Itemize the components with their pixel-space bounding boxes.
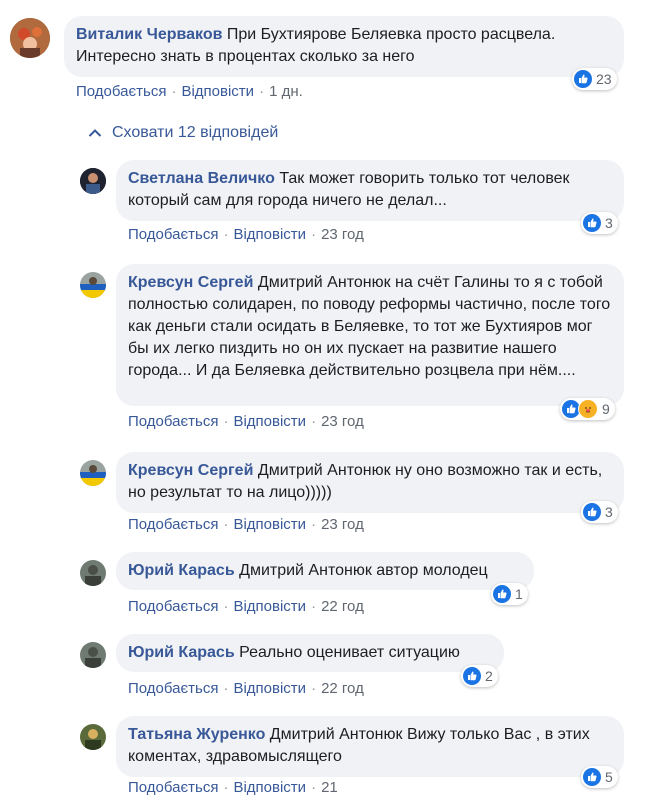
reaction-number: 5 [605,769,613,785]
reply-actions: Подобається · Відповісти · 23 год [128,226,364,243]
reply-bubble: Татьяна Журенко Дмитрий Антонюк Вижу тол… [116,716,624,777]
reaction-count[interactable]: 3 [581,212,618,234]
like-link[interactable]: Подобається [128,413,218,430]
avatar[interactable] [80,168,106,194]
reaction-count[interactable]: 5 [581,766,618,788]
hide-replies-toggle[interactable]: Сховати 12 відповідей [88,124,278,142]
reply-text: Реально оценивает ситуацию [239,644,460,661]
reply-link[interactable]: Відповісти [233,226,306,243]
reaction-count[interactable]: 23 [572,68,617,90]
avatar-photo-icon [80,560,106,586]
reply-actions: Подобається · Відповісти · 22 год [128,680,364,697]
reply-author[interactable]: Юрий Карась [128,644,235,661]
reply-time[interactable]: 22 год [321,598,364,615]
reply-bubble: Кревсун Сергей Дмитрий Антонюк ну оно во… [116,452,624,513]
comment-bubble: Виталик Черваков При Бухтиярове Беляевка… [64,16,624,77]
comment-author[interactable]: Виталик Черваков [76,26,222,43]
reaction-count[interactable]: 2 [461,665,498,687]
like-link[interactable]: Подобається [128,226,218,243]
reply-link[interactable]: Відповісти [233,516,306,533]
reply-author[interactable]: Татьяна Журенко [128,726,265,743]
reply-actions: Подобається · Відповісти · 21 [128,779,338,796]
chevron-up-icon [88,129,102,137]
avatar[interactable] [10,18,50,58]
reply-time[interactable]: 23 год [321,516,364,533]
reply-bubble: Кревсун Сергей Дмитрий Антонюк на счёт Г… [116,264,624,406]
avatar-photo-icon [80,724,106,750]
reply-author[interactable]: Светлана Величко [128,170,275,187]
reply-time[interactable]: 22 год [321,680,364,697]
reaction-number: 3 [605,215,613,231]
avatar[interactable] [80,560,106,586]
like-link[interactable]: Подобається [128,598,218,615]
reply-time[interactable]: 21 [321,779,338,796]
avatar-photo-icon [80,460,106,486]
avatar[interactable] [80,460,106,486]
reaction-number: 2 [485,668,493,684]
hide-replies-label: Сховати 12 відповідей [112,124,279,141]
like-icon [583,214,601,232]
comment-time[interactable]: 1 дн. [269,83,303,100]
reply-bubble: Юрий Карась Дмитрий Антонюк автор молоде… [116,552,534,590]
reply-time[interactable]: 23 год [321,413,364,430]
avatar-photo-icon [80,168,106,194]
like-icon [574,70,592,88]
avatar[interactable] [80,642,106,668]
reply-actions: Подобається · Відповісти · 22 год [128,598,364,615]
reply-actions: Подобається · Відповісти · 23 год [128,516,364,533]
avatar-photo-icon [10,18,50,58]
reply-author[interactable]: Кревсун Сергей [128,274,253,291]
reply-time[interactable]: 23 год [321,226,364,243]
reply-link[interactable]: Відповісти [233,598,306,615]
reply-bubble: Юрий Карась Реально оценивает ситуацию [116,634,504,672]
avatar[interactable] [80,724,106,750]
avatar[interactable] [80,272,106,298]
like-link[interactable]: Подобається [128,516,218,533]
reply-author[interactable]: Юрий Карась [128,562,235,579]
like-link[interactable]: Подобається [128,680,218,697]
like-icon [463,667,481,685]
reaction-number: 1 [515,586,523,602]
reply-link[interactable]: Відповісти [181,83,254,100]
like-icon [583,503,601,521]
reply-author[interactable]: Кревсун Сергей [128,462,253,479]
reply-link[interactable]: Відповісти [233,413,306,430]
like-link[interactable]: Подобається [128,779,218,796]
reaction-count[interactable]: 3 [581,501,618,523]
like-link[interactable]: Подобається [76,83,166,100]
like-icon [493,585,511,603]
reply-link[interactable]: Відповісти [233,779,306,796]
comment-actions: Подобається · Відповісти · 1 дн. [76,83,303,100]
reaction-number: 3 [605,504,613,520]
reply-actions: Подобається · Відповісти · 23 год [128,413,364,430]
reply-text: Дмитрий Антонюк автор молодец [239,562,488,579]
like-icon [583,768,601,786]
reaction-count[interactable]: 9 [560,398,615,420]
reply-bubble: Светлана Величко Так может говорить толь… [116,160,624,221]
care-reaction-icon [578,399,598,419]
reaction-count[interactable]: 1 [491,583,528,605]
reaction-number: 9 [602,401,610,417]
reaction-number: 23 [596,71,612,87]
avatar-photo-icon [80,272,106,298]
reply-link[interactable]: Відповісти [233,680,306,697]
avatar-photo-icon [80,642,106,668]
